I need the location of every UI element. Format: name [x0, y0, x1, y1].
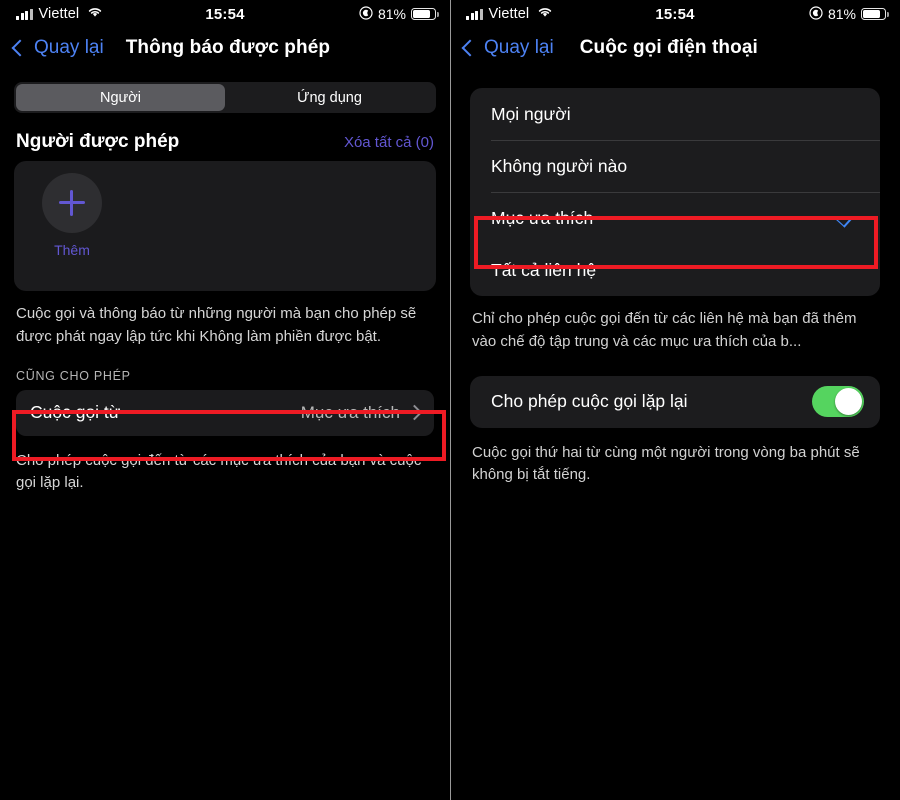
tab-apps[interactable]: Ứng dụng — [225, 84, 434, 111]
status-bar-left: Viettel 15:54 81% — [0, 0, 450, 28]
checkmark-icon — [834, 208, 854, 228]
calls-from-label: Cuộc gọi từ — [30, 402, 121, 423]
battery-icon — [861, 7, 889, 21]
option-favorites[interactable]: Mục ưa thích — [470, 192, 880, 244]
option-label: Mục ưa thích — [491, 207, 594, 228]
plus-icon — [59, 190, 85, 216]
repeated-calls-toggle[interactable] — [812, 386, 864, 418]
add-person-circle — [42, 173, 102, 233]
carrier-label: Viettel — [38, 6, 80, 22]
call-source-options-list: Mọi người Không người nào Mục ưa thích T… — [470, 88, 880, 296]
wifi-icon — [87, 6, 103, 22]
chevron-left-icon — [11, 39, 29, 57]
back-button-label: Quay lại — [34, 37, 104, 58]
focus-moon-icon — [359, 5, 373, 23]
calls-from-footnote: Cho phép cuộc gọi đến từ các mục ưa thíc… — [16, 451, 422, 492]
option-label: Tất cả liên hệ — [491, 259, 597, 280]
back-button-label: Quay lại — [484, 37, 554, 58]
battery-percent-label: 81% — [377, 6, 406, 22]
battery-icon — [411, 7, 439, 21]
option-label: Mọi người — [491, 103, 571, 124]
repeated-calls-footnote: Cuộc gọi thứ hai từ cùng một người trong… — [472, 443, 860, 484]
option-label: Không người nào — [491, 155, 628, 176]
repeated-calls-label: Cho phép cuộc gọi lặp lại — [491, 391, 688, 412]
status-bar-left-group: Viettel — [16, 6, 103, 22]
screen-divider — [450, 0, 451, 800]
focus-moon-icon — [809, 5, 823, 23]
nav-bar-right: Quay lại Cuộc gọi điện thoại — [450, 28, 900, 68]
chevron-right-icon — [406, 404, 423, 421]
status-bar-right-left-group: Viettel — [466, 6, 553, 22]
repeated-calls-row[interactable]: Cho phép cuộc gọi lặp lại — [470, 375, 880, 428]
status-bar-right-group: 81% — [809, 5, 889, 23]
cellular-bars-icon — [16, 8, 33, 20]
right-phone-screen: Viettel 15:54 81% Quay lại Cuộc gọi điện… — [450, 0, 900, 800]
status-bar-right: Viettel 15:54 81% — [450, 0, 900, 28]
call-source-footnote: Chỉ cho phép cuộc gọi đến từ các liên hệ… — [472, 310, 857, 350]
segmented-control[interactable]: Người Ứng dụng — [14, 82, 436, 113]
toggle-knob — [835, 388, 862, 416]
carrier-label: Viettel — [488, 6, 530, 22]
option-no-one[interactable]: Không người nào — [470, 140, 880, 192]
allowed-people-card: Thêm — [14, 161, 436, 291]
add-person-label: Thêm — [54, 242, 90, 258]
back-button-right[interactable]: Quay lại — [461, 37, 554, 59]
battery-percent-label: 81% — [827, 6, 856, 22]
calls-from-value: Mục ưa thích — [300, 402, 400, 422]
page-title-right: Cuộc gọi điện thoại — [579, 37, 758, 58]
back-button-left[interactable]: Quay lại — [11, 37, 104, 59]
chevron-left-icon — [461, 39, 479, 57]
clear-all-button[interactable]: Xóa tất cả (0) — [344, 134, 434, 151]
section-title-allowed-people: Người được phép — [16, 131, 180, 152]
allowed-people-footnote: Cuộc gọi và thông báo từ những người mà … — [16, 305, 417, 345]
allowed-people-section-header: Người được phép Xóa tất cả (0) — [0, 113, 450, 161]
nav-bar-left: Quay lại Thông báo được phép — [0, 28, 450, 68]
status-bar-right-group: 81% — [359, 5, 439, 23]
left-phone-screen: Viettel 15:54 81% Quay lại Thông báo đượ… — [0, 0, 450, 800]
page-title-left: Thông báo được phép — [125, 37, 331, 58]
option-everyone[interactable]: Mọi người — [470, 88, 880, 140]
option-all-contacts[interactable]: Tất cả liên hệ — [470, 244, 880, 296]
dual-screenshot-container: Viettel 15:54 81% Quay lại Thông báo đượ… — [0, 0, 900, 800]
also-allow-group-header: CŨNG CHO PHÉP — [16, 368, 131, 383]
tab-people[interactable]: Người — [16, 84, 225, 111]
add-person-button[interactable]: Thêm — [26, 173, 118, 258]
wifi-icon — [537, 6, 553, 22]
calls-from-row[interactable]: Cuộc gọi từ Mục ưa thích — [16, 389, 434, 436]
cellular-bars-icon — [466, 8, 483, 20]
